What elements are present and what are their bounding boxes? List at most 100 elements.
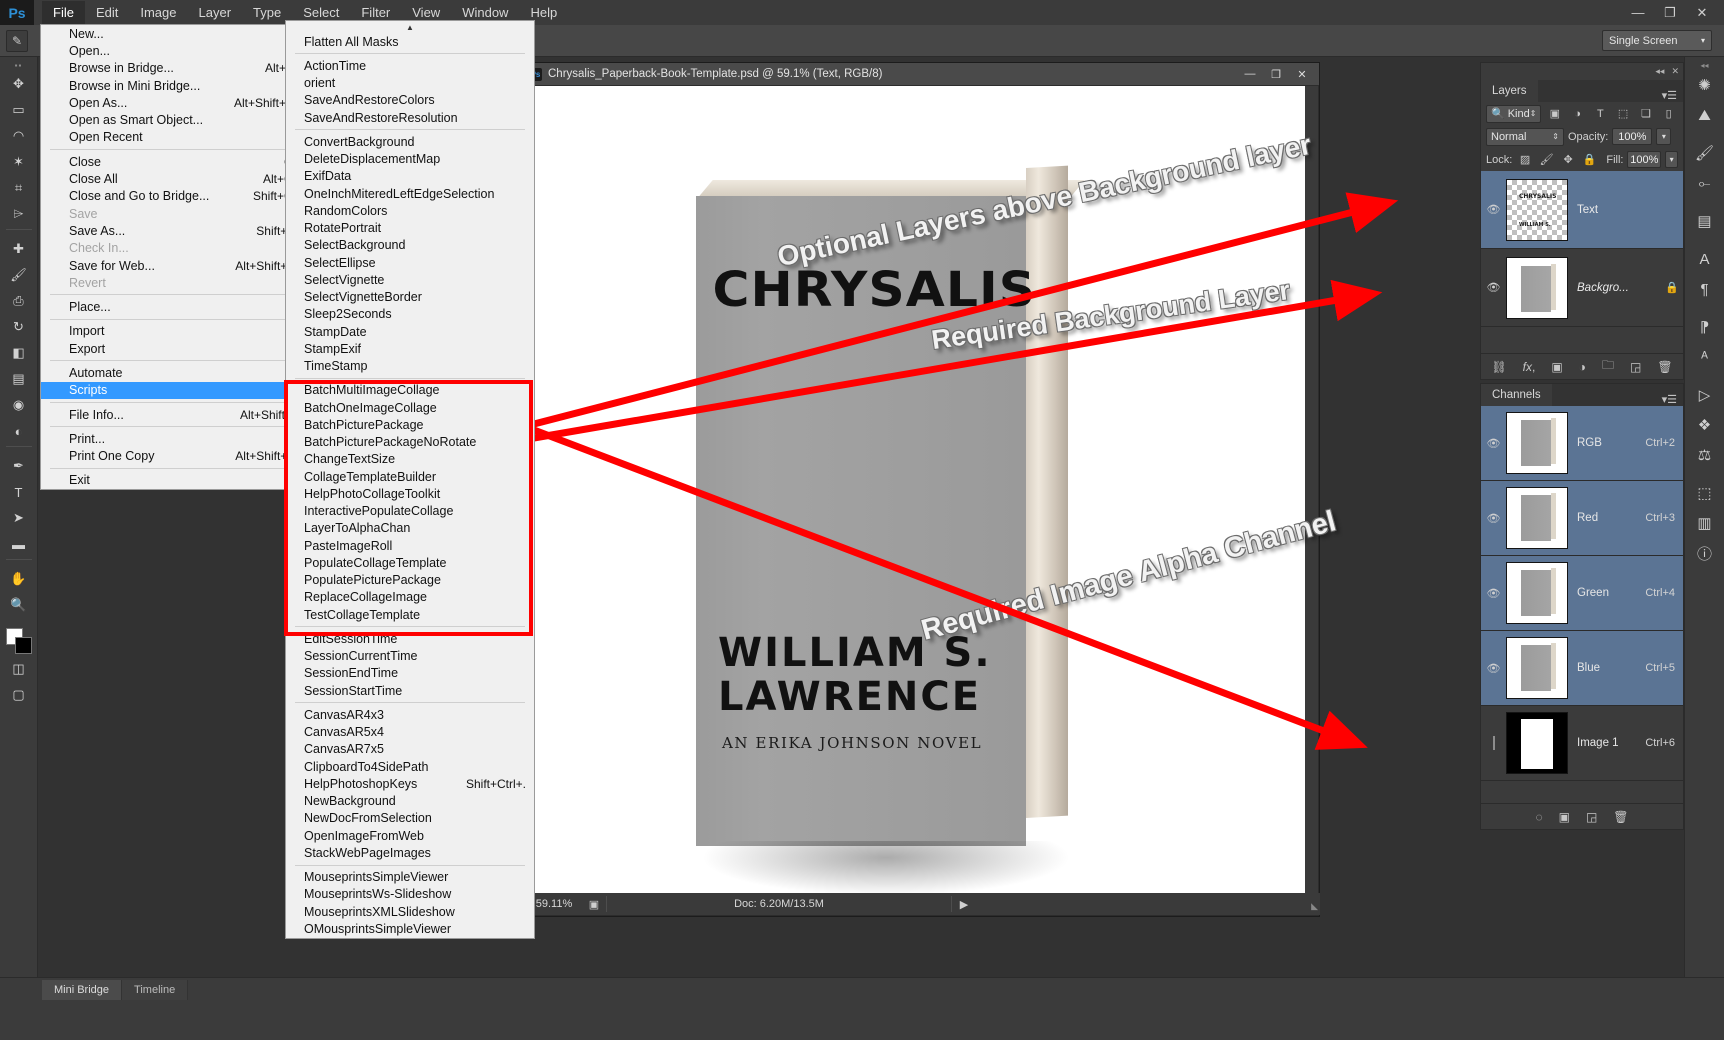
menu-item-changetextsize[interactable]: ChangeTextSize (286, 451, 534, 468)
menu-item-stampdate[interactable]: StampDate (286, 323, 534, 340)
menu-item-mouseprintssimpleviewer[interactable]: MouseprintsSimpleViewer (286, 869, 534, 886)
channel-name-red[interactable]: Red (1568, 512, 1645, 524)
panel-drag-handle[interactable]: ▪▪ (15, 61, 23, 71)
layer-row-text[interactable]: 👁 CHRYSALIS WILLIAM S. Text (1481, 171, 1683, 249)
menu-item-sleep2seconds[interactable]: Sleep2Seconds (286, 306, 534, 323)
group-icon[interactable]: 🗀 (1602, 356, 1614, 377)
marquee-tool[interactable]: ▭ (4, 97, 34, 123)
layer-name-background[interactable]: Backgro... (1568, 282, 1661, 294)
menu-scroll-up-icon[interactable]: ▲ (286, 21, 534, 33)
scripts-submenu-dropdown[interactable]: ▲ Flatten All Masks ActionTime orient SaveAn… (285, 20, 535, 939)
fill-slider-toggle[interactable]: ▾ (1665, 151, 1678, 168)
menu-item-populatecollagetemplate[interactable]: PopulateCollageTemplate (286, 554, 534, 571)
healing-brush-tool[interactable]: ✚ (4, 236, 34, 262)
screen-mode-tool[interactable]: ▢ (4, 682, 34, 708)
mountain-icon[interactable]: ⛰ (1689, 100, 1721, 130)
menu-item-convertbackground[interactable]: ConvertBackground (286, 133, 534, 150)
clone-source-icon[interactable]: ❖ (1689, 410, 1721, 440)
history-brush-tool[interactable]: ↻ (4, 314, 34, 340)
rail-collapse-icon[interactable]: ◂◂ (1700, 61, 1708, 70)
channel-visibility-eye-icon-green[interactable]: 👁 (1481, 587, 1506, 600)
layer-visibility-eye-icon[interactable]: 👁 (1481, 203, 1506, 216)
menu-item-interactivepopulatecollage[interactable]: InteractivePopulateCollage (286, 503, 534, 520)
fill-value[interactable]: 100% (1627, 151, 1662, 168)
background-color-swatch[interactable] (14, 637, 32, 654)
layer-comp-icon[interactable]: ▤ (1689, 206, 1721, 236)
menu-item-helpphotoshopkeys[interactable]: HelpPhotoshopKeys Shift+Ctrl+. (286, 775, 534, 792)
channel-name-blue[interactable]: Blue (1568, 662, 1645, 674)
menu-item-batchpicturepackagenorotate[interactable]: BatchPicturePackageNoRotate (286, 434, 534, 451)
document-title-bar[interactable]: Ps Chrysalis_Paperback-Book-Template.psd… (525, 63, 1319, 85)
shape-filter-icon[interactable]: ⬚ (1614, 104, 1633, 123)
menu-item-collagetemplatebuilder[interactable]: CollageTemplateBuilder (286, 468, 534, 485)
menu-item-timestamp[interactable]: TimeStamp (286, 358, 534, 375)
menu-item-mouseprintsws-slideshow[interactable]: MouseprintsWs-Slideshow (286, 886, 534, 903)
smartobject-filter-icon[interactable]: ❏ (1637, 104, 1656, 123)
menu-item-mouseprintsxmlslideshow[interactable]: MouseprintsXMLSlideshow (286, 903, 534, 920)
collapse-panel-icon[interactable]: ◂◂ (1655, 66, 1664, 77)
tool-preset-icon[interactable]: ⟜ (1689, 168, 1721, 198)
image-filter-icon[interactable]: ▣ (1545, 104, 1564, 123)
opacity-value[interactable]: 100% (1612, 128, 1653, 145)
histogram-icon[interactable]: ▥ (1689, 508, 1721, 538)
menu-item-flatten-all-masks[interactable]: Flatten All Masks (286, 33, 534, 50)
menu-item-populatepicturepackage[interactable]: PopulatePicturePackage (286, 572, 534, 589)
filter-toggle-switch[interactable]: ▯ (1659, 104, 1678, 123)
menu-item-stackwebpageimages[interactable]: StackWebPageImages (286, 844, 534, 861)
lock-position-icon[interactable]: ✥ (1559, 150, 1577, 169)
resize-grip-icon[interactable]: ◣ (1311, 901, 1318, 912)
layer-thumbnail-background[interactable] (1506, 256, 1568, 319)
menu-item-saveandrestoreresolution[interactable]: SaveAndRestoreResolution (286, 109, 534, 126)
crop-tool[interactable]: ⌗ (4, 175, 34, 201)
channel-name-green[interactable]: Green (1568, 587, 1645, 599)
status-menu-arrow-icon[interactable]: ▶ (952, 898, 976, 911)
window-minimize-button[interactable]: — (1622, 2, 1654, 24)
navigator-icon[interactable]: ⬚ (1689, 478, 1721, 508)
link-icon[interactable]: ⛓ (1491, 360, 1506, 374)
channel-thumbnail-green[interactable] (1506, 562, 1568, 624)
tab-timeline[interactable]: Timeline (122, 980, 189, 1000)
blur-tool[interactable]: ◉ (4, 392, 34, 418)
channels-panel-menu-icon[interactable]: ▾☰ (1662, 393, 1683, 406)
tab-layers[interactable]: Layers (1481, 80, 1538, 102)
menu-item-openimagefromweb[interactable]: OpenImageFromWeb (286, 827, 534, 844)
menu-item-testcollagetemplate[interactable]: TestCollageTemplate (286, 606, 534, 623)
channel-thumbnail-image1[interactable] (1506, 712, 1568, 774)
load-selection-icon[interactable]: ◌ (1535, 810, 1542, 824)
channel-thumbnail-blue[interactable] (1506, 637, 1568, 699)
lasso-tool[interactable]: ◠ (4, 123, 34, 149)
tab-mini-bridge[interactable]: Mini Bridge (42, 980, 123, 1000)
channel-row-red[interactable]: 👁 Red Ctrl+3 (1481, 481, 1683, 556)
channel-name-rgb[interactable]: RGB (1568, 437, 1645, 449)
canvas-vertical-scrollbar[interactable] (1305, 86, 1318, 893)
color-swatches[interactable] (4, 626, 34, 656)
screen-mode-select[interactable]: Single Screen ▾ (1602, 30, 1712, 51)
eyedropper-tool[interactable]: ⌲ (4, 201, 34, 227)
layer-name-text[interactable]: Text (1568, 204, 1683, 216)
menu-item-editsessiontime[interactable]: EditSessionTime (286, 630, 534, 647)
quick-select-tool[interactable]: ✶ (4, 149, 34, 175)
menu-item-actiontime[interactable]: ActionTime (286, 57, 534, 74)
menu-item-saveandrestorecolors[interactable]: SaveAndRestoreColors (286, 92, 534, 109)
menu-item-randomcolors[interactable]: RandomColors (286, 202, 534, 219)
document-size-icon[interactable]: ▣ (582, 898, 606, 911)
channel-row-green[interactable]: 👁 Green Ctrl+4 (1481, 556, 1683, 631)
menu-item-selectellipse[interactable]: SelectEllipse (286, 254, 534, 271)
menu-item-canvasar7x5[interactable]: CanvasAR7x5 (286, 741, 534, 758)
eraser-tool[interactable]: ◧ (4, 340, 34, 366)
menu-item-batchpicturepackage[interactable]: BatchPicturePackage (286, 416, 534, 433)
type-tool[interactable]: T (4, 479, 34, 505)
layers-panel-menu-icon[interactable]: ▾☰ (1662, 89, 1683, 102)
menu-item-selectvignette[interactable]: SelectVignette (286, 271, 534, 288)
document-close-button[interactable]: ✕ (1289, 65, 1315, 83)
menu-item-sessionendtime[interactable]: SessionEndTime (286, 665, 534, 682)
menu-layer[interactable]: Layer (188, 1, 243, 24)
canvas-area[interactable]: CHRYSALIS WILLIAM S. LAWRENCE AN ERIKA J… (526, 86, 1306, 893)
brush-tool[interactable]: 🖌 (4, 262, 34, 288)
measure-icon[interactable]: ⚖ (1689, 440, 1721, 470)
menu-item-layertoalphachan[interactable]: LayerToAlphaChan (286, 520, 534, 537)
channel-row-blue[interactable]: 👁 Blue Ctrl+5 (1481, 631, 1683, 706)
menu-item-sessionstarttime[interactable]: SessionStartTime (286, 682, 534, 699)
document-restore-button[interactable]: ❐ (1263, 65, 1289, 83)
mask-icon[interactable]: ▣ (1551, 360, 1562, 374)
